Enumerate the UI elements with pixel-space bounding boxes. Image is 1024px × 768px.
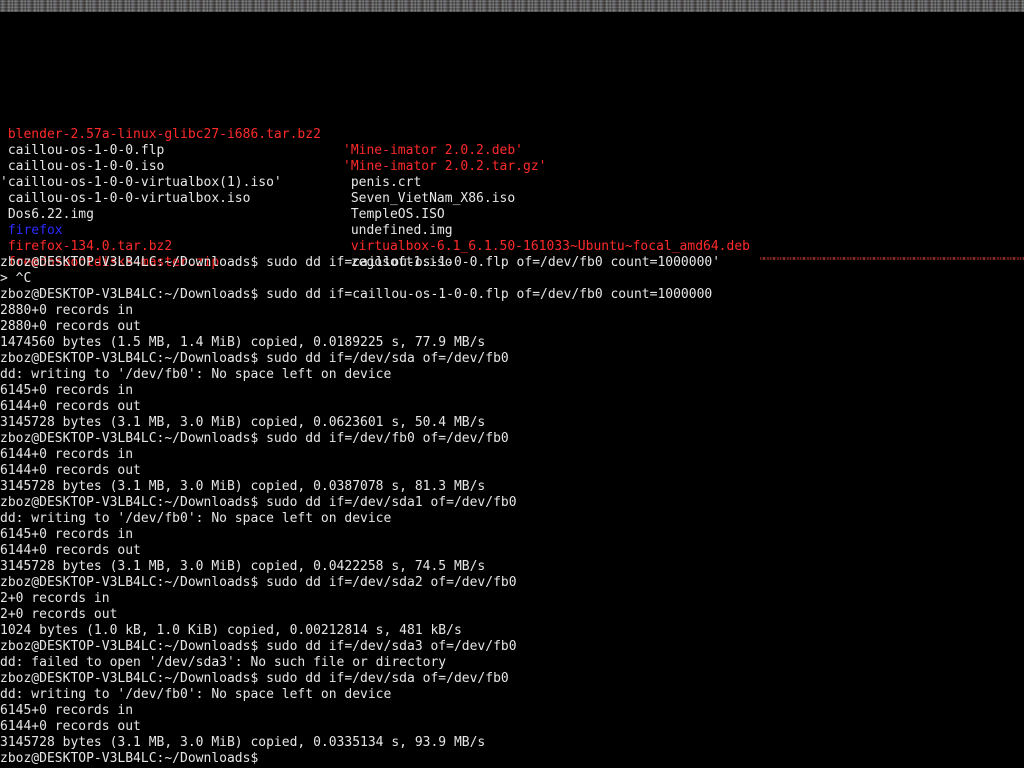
command-line: zboz@DESKTOP-V3LB4LC:~/Downloads$ sudo d…: [0, 671, 509, 686]
framebuffer-noise-band: [0, 0, 1024, 12]
listing-row: 'caillou-os-1-0-0-virtualbox(1).iso' Sev…: [0, 159, 1024, 206]
shell-prompt[interactable]: zboz@DESKTOP-V3LB4LC:~/Downloads$: [0, 751, 1024, 767]
output-line: 6145+0 records in: [0, 703, 134, 718]
output-line: 6144+0 records out: [0, 543, 141, 558]
output-line: 6145+0 records in: [0, 527, 134, 542]
output-line: 3145728 bytes (3.1 MB, 3.0 MiB) copied, …: [0, 415, 486, 430]
listing-row: caillou-os-1-0-0-virtualbox.iso TempleOS…: [0, 175, 1024, 222]
error-line: dd: writing to '/dev/fb0': No space left…: [0, 367, 392, 382]
error-line: dd: writing to '/dev/fb0': No space left…: [0, 511, 392, 526]
output-line: 2+0 records out: [0, 607, 118, 622]
listing-row: caillou-os-1-0-0.iso penis.crt: [0, 143, 1024, 190]
listing-row: Dos6.22.img undefined.img: [0, 191, 1024, 238]
output-line: 3145728 bytes (3.1 MB, 3.0 MiB) copied, …: [0, 559, 486, 574]
command-line: zboz@DESKTOP-V3LB4LC:~/Downloads$ sudo d…: [0, 255, 721, 270]
output-line: 6144+0 records out: [0, 399, 141, 414]
output-line: 1024 bytes (1.0 kB, 1.0 KiB) copied, 0.0…: [0, 623, 462, 638]
error-line: dd: failed to open '/dev/sda3': No such …: [0, 655, 447, 670]
output-line: 6144+0 records in: [0, 447, 134, 462]
output-line: 3145728 bytes (3.1 MB, 3.0 MiB) copied, …: [0, 735, 486, 750]
output-line: 6144+0 records out: [0, 719, 141, 734]
directory-listing: blender-2.57a-linux-glibc27-i686.tar.bz2…: [0, 111, 1024, 270]
listing-row: caillou-os-1-0-0.flp 'Mine-imator 2.0.2.…: [0, 127, 1024, 174]
command-line: zboz@DESKTOP-V3LB4LC:~/Downloads$ sudo d…: [0, 639, 517, 654]
command-output-log: zboz@DESKTOP-V3LB4LC:~/Downloads$ sudo d…: [0, 255, 1024, 767]
listing-row: firefox virtualbox-6.1_6.1.50-161033~Ubu…: [0, 207, 1024, 254]
command-line: zboz@DESKTOP-V3LB4LC:~/Downloads$ sudo d…: [0, 575, 517, 590]
output-line: 2880+0 records out: [0, 319, 141, 334]
listing-row: blender-2.57a-linux-glibc27-i686.tar.bz2…: [0, 111, 1024, 158]
output-line: 1474560 bytes (1.5 MB, 1.4 MiB) copied, …: [0, 335, 486, 350]
output-line: 2880+0 records in: [0, 303, 134, 318]
listing-row: freedosbootdisks-master.zip: [0, 239, 1024, 270]
output-line: 3145728 bytes (3.1 MB, 3.0 MiB) copied, …: [0, 479, 486, 494]
command-line: zboz@DESKTOP-V3LB4LC:~/Downloads$ sudo d…: [0, 287, 713, 302]
listing-row: firefox-134.0.tar.bz2 zegosoft1.iso: [0, 223, 1024, 270]
command-line: zboz@DESKTOP-V3LB4LC:~/Downloads$ sudo d…: [0, 431, 509, 446]
output-line: 2+0 records in: [0, 591, 110, 606]
output-line: 6144+0 records out: [0, 463, 141, 478]
continuation-line: > ^C: [0, 271, 32, 286]
command-line: zboz@DESKTOP-V3LB4LC:~/Downloads$ sudo d…: [0, 351, 509, 366]
command-line: zboz@DESKTOP-V3LB4LC:~/Downloads$ sudo d…: [0, 495, 517, 510]
error-line: dd: writing to '/dev/fb0': No space left…: [0, 687, 392, 702]
output-line: 6145+0 records in: [0, 383, 134, 398]
